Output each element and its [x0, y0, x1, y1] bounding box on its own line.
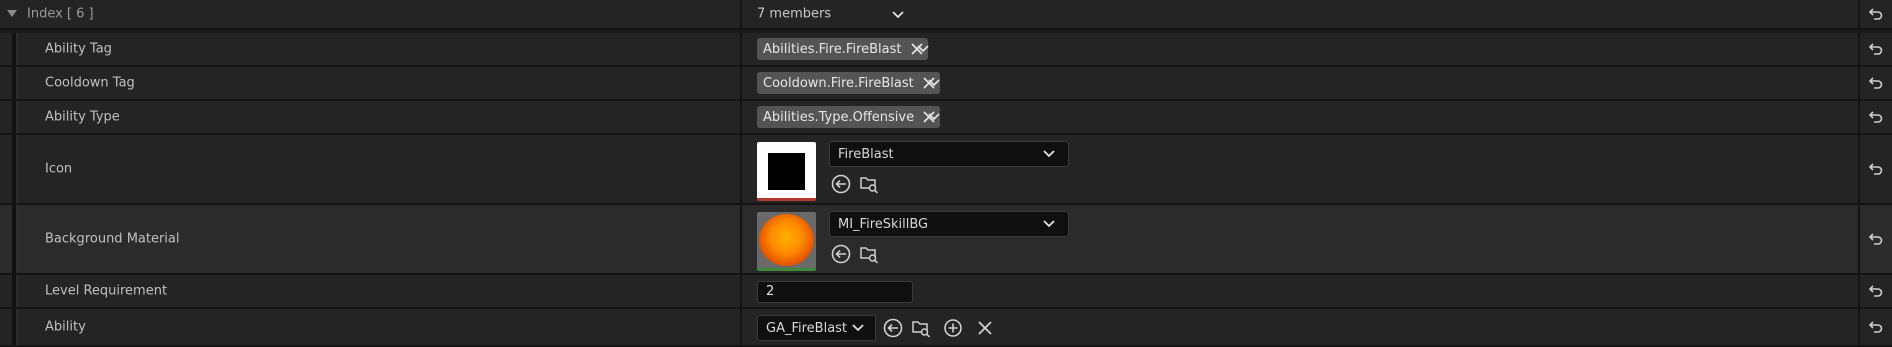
use-selected-icon[interactable]: [882, 317, 904, 339]
asset-name: FireBlast: [838, 146, 894, 162]
members-count: 7 members: [757, 6, 832, 22]
property-label: Ability Type: [45, 109, 120, 125]
texture-thumbnail[interactable]: [757, 142, 816, 201]
gameplay-tag-chip[interactable]: Abilities.Fire.FireBlast: [757, 38, 928, 60]
property-label: Icon: [45, 161, 73, 177]
close-icon[interactable]: [974, 317, 996, 339]
property-row-cooldown-tag: Cooldown Tag Cooldown.Fire.FireBlast: [0, 67, 1892, 101]
property-row-ability-type: Ability Type Abilities.Type.Offensive: [0, 101, 1892, 135]
class-picker-combo[interactable]: GA_FireBlast: [757, 315, 876, 341]
browse-folder-icon[interactable]: [858, 243, 880, 265]
property-label: Ability: [45, 319, 86, 335]
plus-circle-icon[interactable]: [942, 317, 964, 339]
browse-folder-icon[interactable]: [858, 173, 880, 195]
property-label: Background Material: [45, 231, 180, 247]
reset-arrow-icon[interactable]: [1868, 161, 1884, 177]
gameplay-tag-chip[interactable]: Cooldown.Fire.FireBlast: [757, 72, 940, 94]
property-row-ability: Ability GA_FireBlast: [0, 309, 1892, 347]
property-row-level-requirement: Level Requirement 2: [0, 275, 1892, 309]
name-cell: Index [ 6 ]: [0, 0, 740, 28]
use-selected-icon[interactable]: [830, 243, 852, 265]
gameplay-tag-chip[interactable]: Abilities.Type.Offensive: [757, 106, 941, 128]
reset-arrow-icon[interactable]: [1868, 283, 1884, 299]
array-element-header[interactable]: Index [ 6 ] 7 members: [0, 0, 1892, 30]
reset-arrow-icon[interactable]: [1868, 109, 1884, 125]
asset-picker-combo[interactable]: MI_FireSkillBG: [829, 211, 1069, 237]
reset-arrow-icon[interactable]: [1868, 6, 1884, 22]
material-thumbnail[interactable]: [757, 212, 816, 271]
property-label: Cooldown Tag: [45, 75, 135, 91]
level-requirement-input[interactable]: 2: [757, 281, 913, 303]
asset-name: MI_FireSkillBG: [838, 216, 929, 232]
chevron-down-icon[interactable]: [891, 8, 905, 22]
value-cell: 7 members: [742, 0, 1858, 28]
details-panel: Index [ 6 ] 7 members Ability Tag Abilit…: [0, 0, 1892, 347]
asset-picker-combo[interactable]: FireBlast: [829, 141, 1069, 167]
material-sphere-preview: [759, 214, 814, 266]
property-label: Level Requirement: [45, 283, 168, 299]
tag-text: Abilities.Type.Offensive: [763, 109, 915, 125]
reset-cell: [1860, 0, 1892, 28]
tag-text: Cooldown.Fire.FireBlast: [763, 75, 914, 91]
chevron-down-icon: [852, 324, 864, 332]
tag-text: Abilities.Fire.FireBlast: [763, 41, 902, 57]
use-selected-icon[interactable]: [830, 173, 852, 195]
chevron-down-icon: [1043, 150, 1055, 158]
browse-folder-icon[interactable]: [910, 317, 932, 339]
chevron-down-icon[interactable]: [927, 110, 941, 124]
reset-arrow-icon[interactable]: [1868, 75, 1884, 91]
property-row-ability-tag: Ability Tag Abilities.Fire.FireBlast: [0, 33, 1892, 67]
class-name: GA_FireBlast: [766, 320, 848, 336]
index-label: Index [ 6 ]: [27, 6, 94, 22]
property-row-background-material: Background Material MI_FireSkillBG: [0, 205, 1892, 275]
triangle-down-icon[interactable]: [6, 9, 18, 19]
reset-arrow-icon[interactable]: [1868, 231, 1884, 247]
chevron-down-icon[interactable]: [916, 42, 930, 56]
property-label: Ability Tag: [45, 41, 112, 57]
chevron-down-icon[interactable]: [927, 76, 941, 90]
texture-preview: [768, 153, 805, 190]
chevron-down-icon: [1043, 220, 1055, 228]
reset-arrow-icon[interactable]: [1868, 319, 1884, 335]
reset-arrow-icon[interactable]: [1868, 41, 1884, 57]
property-row-icon: Icon FireBlast: [0, 135, 1892, 205]
